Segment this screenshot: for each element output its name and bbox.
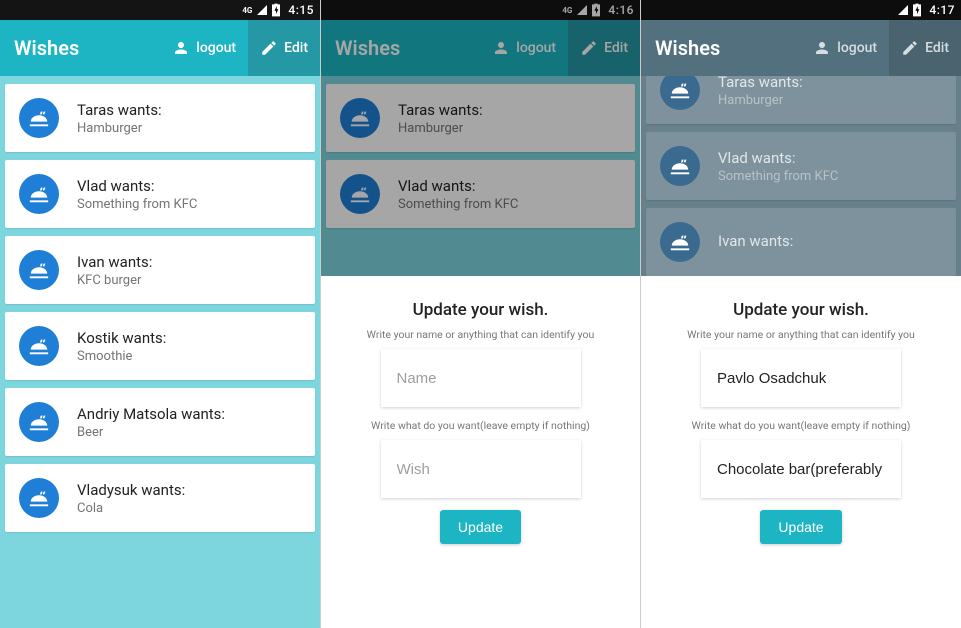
wish-title: Ivan wants:	[718, 232, 793, 250]
status-bar: 4G 4:16	[321, 0, 640, 20]
pencil-icon	[580, 39, 598, 57]
app-bar: Wishes logout Edit	[321, 20, 640, 76]
wish-card[interactable]: Taras wants: Hamburger	[5, 84, 315, 152]
network-4g-icon: 4G	[242, 6, 252, 15]
person-icon	[492, 39, 510, 57]
edit-button[interactable]: Edit	[248, 20, 320, 76]
status-bar: 4:17	[641, 0, 961, 20]
screen-wishes-list: 4G 4:15 Wishes logout Edit Taras wants: H…	[0, 0, 321, 628]
fastfood-icon	[19, 326, 59, 366]
fastfood-icon	[660, 146, 700, 186]
edit-label: Edit	[284, 40, 308, 56]
status-time: 4:17	[929, 3, 955, 17]
fastfood-icon	[19, 98, 59, 138]
pencil-icon	[901, 39, 919, 57]
wish-title: Ivan wants:	[77, 253, 152, 271]
screen-update-wish-filled: 4:17 Wishes logout Edit Taras wants: Hamb…	[641, 0, 961, 628]
wish-sub: Hamburger	[77, 121, 162, 136]
wish-title: Vlad wants:	[398, 177, 518, 195]
fastfood-icon	[19, 402, 59, 442]
status-bar: 4G 4:15	[0, 0, 320, 20]
signal-icon	[256, 4, 268, 16]
wish-sub: Beer	[77, 425, 225, 440]
wish-sub: Hamburger	[718, 93, 803, 108]
wish-field[interactable]	[381, 440, 581, 498]
wish-hint: Write what do you want(leave empty if no…	[692, 419, 911, 432]
screen-update-wish-empty: 4G 4:16 Wishes logout Edit Taras wants: H…	[321, 0, 641, 628]
wish-sub: Smoothie	[77, 349, 166, 364]
wish-hint: Write what do you want(leave empty if no…	[371, 419, 590, 432]
battery-charging-icon	[272, 3, 280, 17]
wish-card[interactable]: Vlad wants: Something from KFC	[326, 160, 635, 228]
wish-sub: Something from KFC	[718, 169, 838, 184]
wish-title: Vladysuk wants:	[77, 481, 185, 499]
status-time: 4:15	[288, 3, 314, 17]
wish-sub: Something from KFC	[77, 197, 197, 212]
person-icon	[813, 39, 831, 57]
wish-card[interactable]: Vlad wants: Something from KFC	[646, 132, 956, 200]
name-field[interactable]	[381, 349, 581, 407]
fastfood-icon	[340, 174, 380, 214]
wish-title: Taras wants:	[77, 101, 162, 119]
wish-card[interactable]: Andriy Matsola wants: Beer	[5, 388, 315, 456]
network-4g-icon: 4G	[562, 6, 572, 15]
wish-card[interactable]: Ivan wants: KFC burger	[5, 236, 315, 304]
wish-card[interactable]: Ivan wants:	[646, 208, 956, 276]
wish-title: Vlad wants:	[718, 149, 838, 167]
wish-sub: Hamburger	[398, 121, 483, 136]
fastfood-icon	[340, 98, 380, 138]
wish-list[interactable]: Taras wants: Hamburger Vlad wants: Somethin…	[0, 76, 320, 628]
update-button[interactable]: Update	[760, 510, 841, 544]
fastfood-icon	[660, 222, 700, 262]
wish-field[interactable]	[701, 440, 901, 498]
fastfood-icon	[660, 76, 700, 110]
logout-label: logout	[196, 40, 236, 56]
fastfood-icon	[19, 174, 59, 214]
logout-label: logout	[837, 40, 877, 56]
fastfood-icon	[19, 250, 59, 290]
wish-sub: Something from KFC	[398, 197, 518, 212]
wish-card[interactable]: Vlad wants: Something from KFC	[5, 160, 315, 228]
name-hint: Write your name or anything that can ide…	[687, 328, 915, 341]
update-button[interactable]: Update	[440, 510, 521, 544]
edit-label: Edit	[604, 40, 628, 56]
battery-charging-icon	[592, 3, 600, 17]
signal-icon	[897, 4, 909, 16]
wish-card[interactable]: Taras wants: Hamburger	[646, 76, 956, 124]
wish-card[interactable]: Vladysuk wants: Cola	[5, 464, 315, 532]
sheet-title: Update your wish.	[733, 300, 869, 320]
logout-button[interactable]: logout	[801, 20, 889, 76]
update-wish-sheet: Update your wish. Write your name or any…	[321, 276, 640, 628]
app-bar: Wishes logout Edit	[641, 20, 961, 76]
app-title: Wishes	[0, 36, 160, 60]
logout-label: logout	[516, 40, 556, 56]
wish-title: Kostik wants:	[77, 329, 166, 347]
app-title: Wishes	[641, 36, 801, 60]
app-title: Wishes	[321, 36, 480, 60]
signal-icon	[576, 4, 588, 16]
logout-button[interactable]: logout	[160, 20, 248, 76]
wish-title: Andriy Matsola wants:	[77, 405, 225, 423]
pencil-icon	[260, 39, 278, 57]
status-time: 4:16	[608, 3, 634, 17]
wish-sub: KFC burger	[77, 273, 152, 288]
logout-button[interactable]: logout	[480, 20, 568, 76]
wish-sub: Cola	[77, 501, 185, 516]
app-bar: Wishes logout Edit	[0, 20, 320, 76]
edit-label: Edit	[925, 40, 949, 56]
wish-title: Taras wants:	[398, 101, 483, 119]
edit-button[interactable]: Edit	[889, 20, 961, 76]
fastfood-icon	[19, 478, 59, 518]
update-wish-sheet: Update your wish. Write your name or any…	[641, 276, 961, 628]
name-hint: Write your name or anything that can ide…	[367, 328, 595, 341]
sheet-title: Update your wish.	[413, 300, 549, 320]
wish-card[interactable]: Kostik wants: Smoothie	[5, 312, 315, 380]
battery-charging-icon	[913, 3, 921, 17]
wish-title: Taras wants:	[718, 76, 803, 91]
wish-card[interactable]: Taras wants: Hamburger	[326, 84, 635, 152]
name-field[interactable]	[701, 349, 901, 407]
person-icon	[172, 39, 190, 57]
wish-title: Vlad wants:	[77, 177, 197, 195]
edit-button[interactable]: Edit	[568, 20, 640, 76]
